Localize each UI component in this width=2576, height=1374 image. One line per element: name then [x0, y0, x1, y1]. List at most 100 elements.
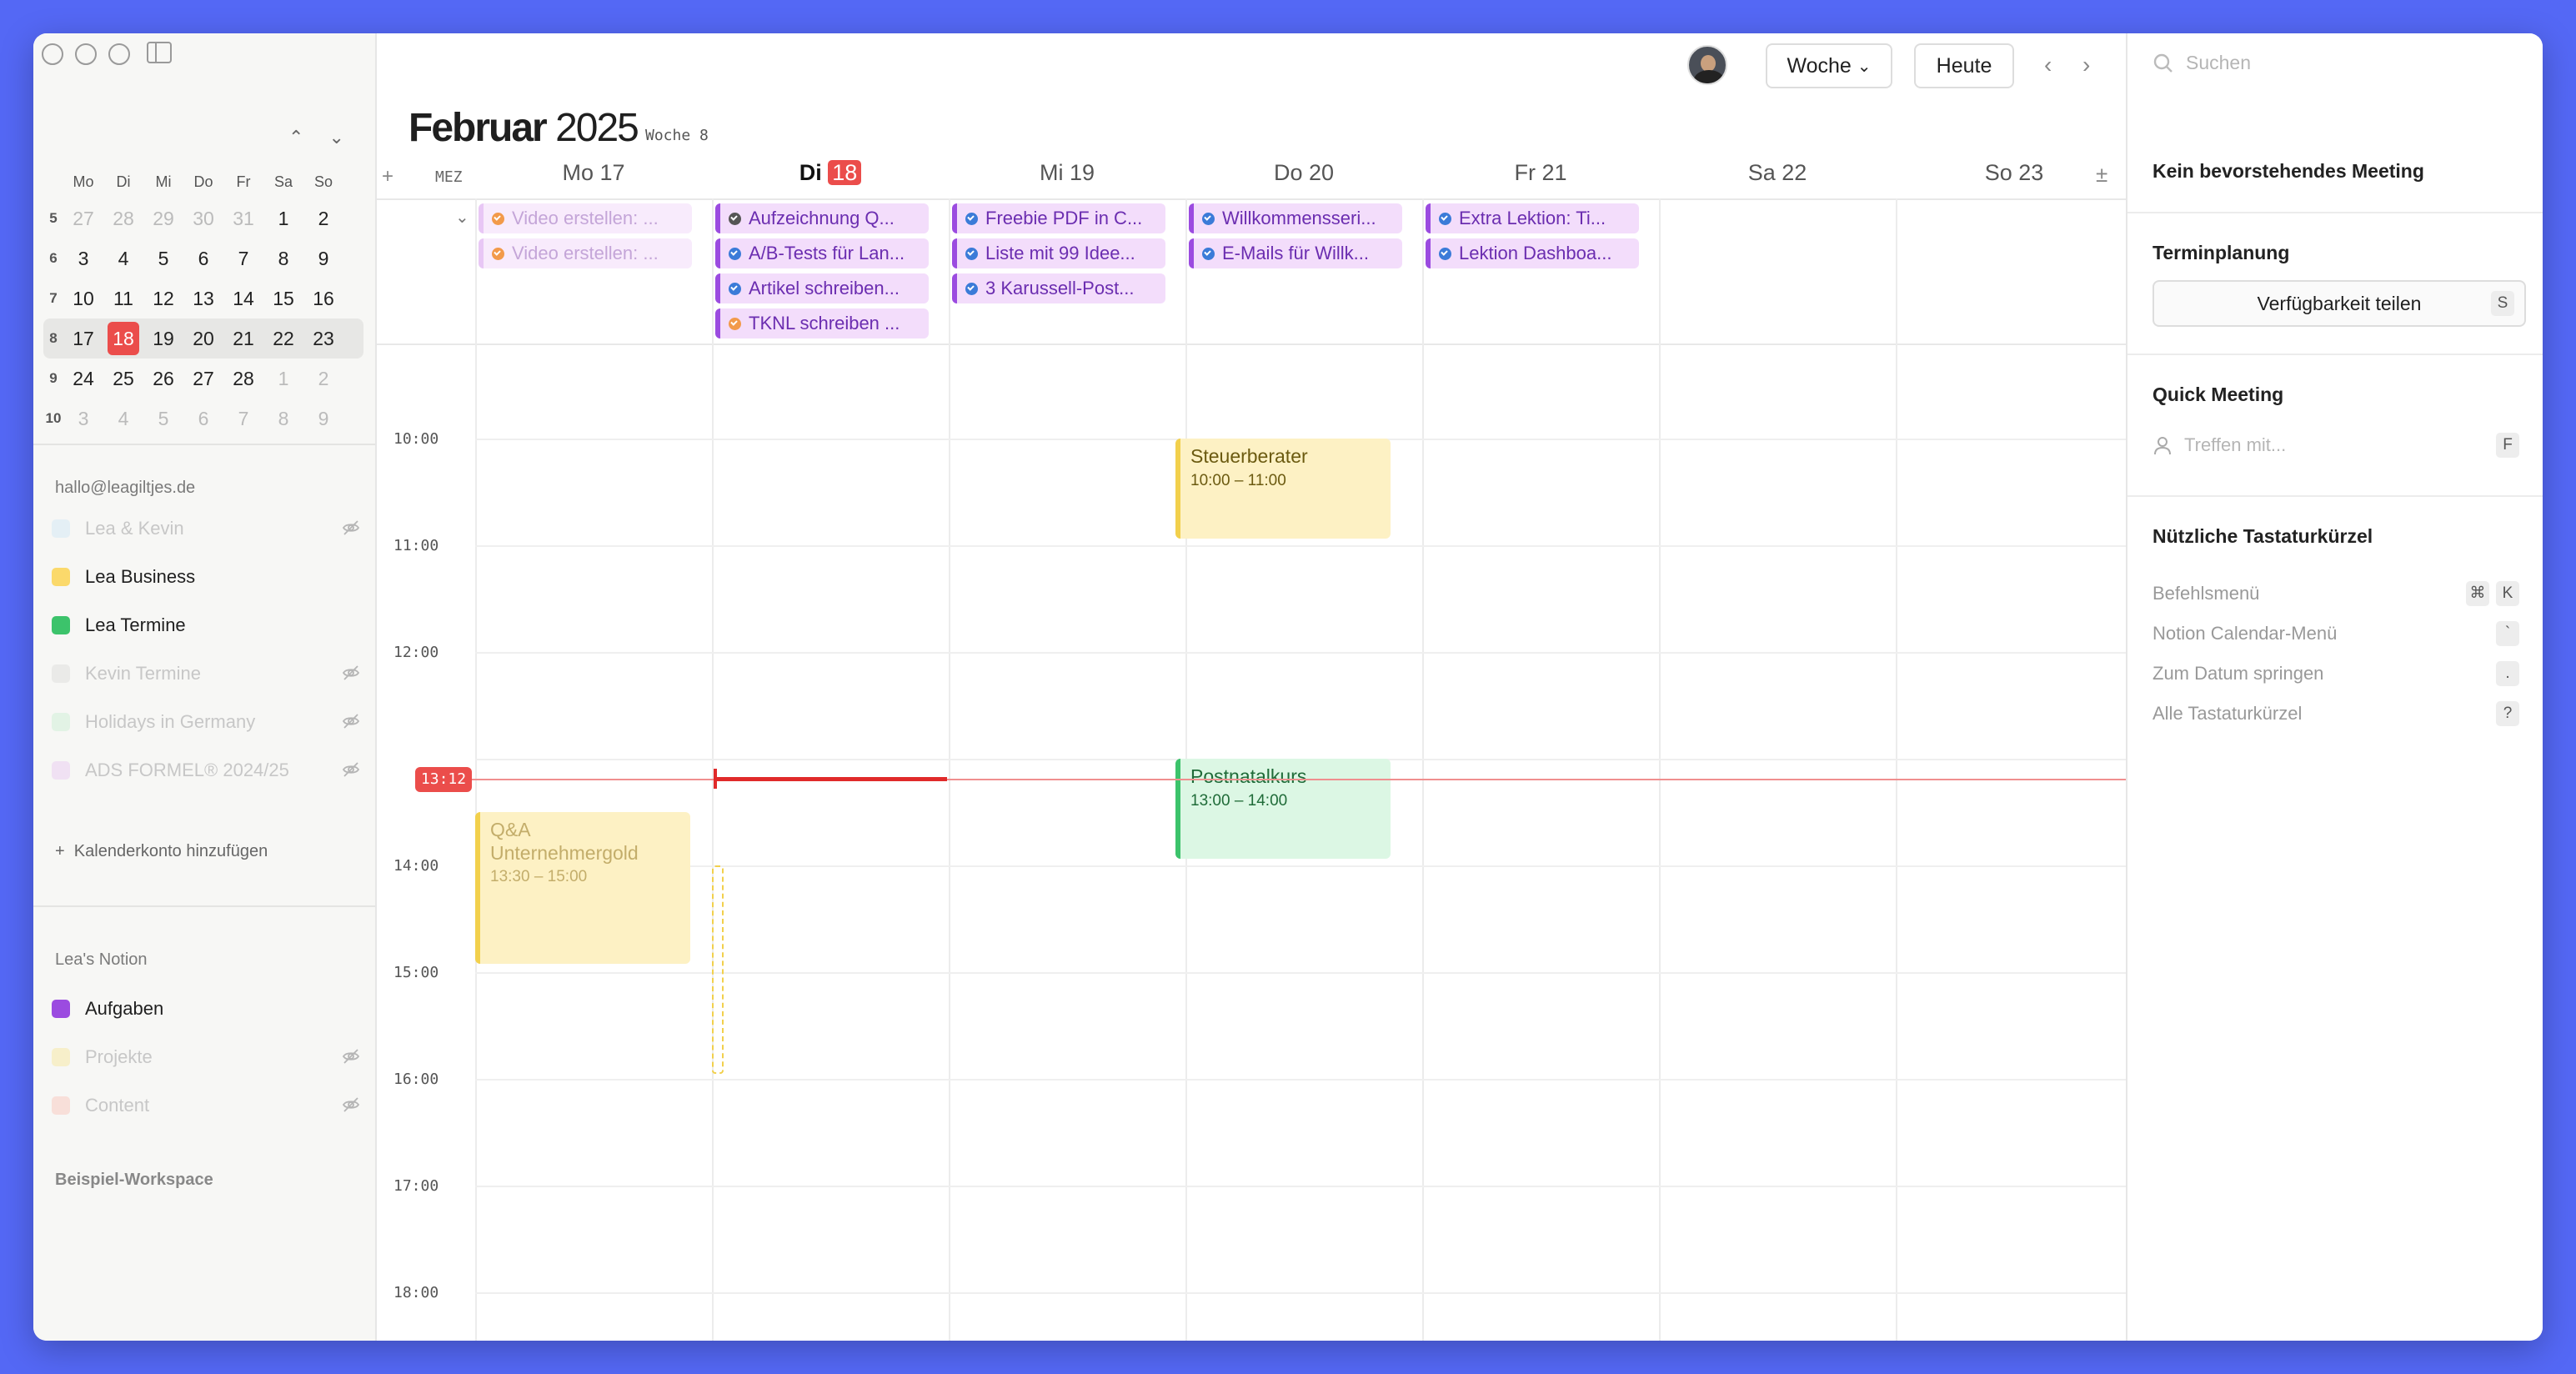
chevron-down-icon[interactable]: ⌄: [328, 127, 343, 148]
quick-meeting-input[interactable]: Treffen mit... F: [2153, 429, 2519, 462]
mini-calendar-day[interactable]: 26: [143, 362, 183, 395]
eye-slash-icon[interactable]: [342, 760, 360, 779]
task-check-icon[interactable]: [965, 282, 978, 295]
task-check-icon[interactable]: [492, 247, 504, 260]
calendar-color-swatch[interactable]: [52, 519, 70, 538]
calendar-color-swatch[interactable]: [52, 1000, 70, 1018]
avatar[interactable]: [1687, 45, 1727, 85]
event-placeholder[interactable]: [712, 865, 724, 1074]
minimize-window-button[interactable]: [75, 43, 97, 65]
mini-calendar-day[interactable]: 27: [183, 362, 223, 395]
calendar-item[interactable]: Lea & Kevin: [52, 512, 360, 545]
allday-task[interactable]: Lektion Dashboa...: [1426, 238, 1639, 268]
mini-calendar-day[interactable]: 15: [263, 282, 303, 315]
mini-calendar-day[interactable]: 4: [103, 242, 143, 275]
add-calendar-account-button[interactable]: + Kalenderkonto hinzufügen: [55, 842, 268, 861]
allday-task[interactable]: Liste mit 99 Idee...: [952, 238, 1165, 268]
calendar-color-swatch[interactable]: [52, 713, 70, 731]
allday-task[interactable]: Freebie PDF in C...: [952, 203, 1165, 233]
mini-calendar-day[interactable]: 7: [223, 242, 263, 275]
calendar-item[interactable]: Lea Termine: [52, 609, 360, 642]
day-header-di[interactable]: Di 18: [712, 160, 949, 193]
search-field[interactable]: Suchen: [2153, 52, 2251, 74]
day-header-mi[interactable]: Mi 19: [949, 160, 1185, 193]
mini-calendar-day[interactable]: 29: [143, 202, 183, 235]
mini-calendar-day[interactable]: 1: [263, 202, 303, 235]
event-steuerberater[interactable]: Steuerberater 10:00 – 11:00: [1175, 439, 1391, 539]
calendar-item[interactable]: Lea Business: [52, 560, 360, 594]
allday-task[interactable]: 3 Karussell-Post...: [952, 273, 1165, 303]
calendar-color-swatch[interactable]: [52, 568, 70, 586]
mini-calendar-day[interactable]: 19: [143, 322, 183, 355]
day-header-sa[interactable]: Sa 22: [1659, 160, 1896, 193]
mini-calendar-day[interactable]: 20: [183, 322, 223, 355]
calendar-color-swatch[interactable]: [52, 1048, 70, 1066]
mini-calendar-day[interactable]: 21: [223, 322, 263, 355]
mini-calendar-day[interactable]: 4: [103, 402, 143, 435]
allday-task[interactable]: Aufzeichnung Q...: [715, 203, 929, 233]
allday-task[interactable]: Video erstellen: ...: [479, 238, 692, 268]
eye-slash-icon[interactable]: [342, 1047, 360, 1066]
day-header-fr[interactable]: Fr 21: [1422, 160, 1659, 193]
mini-calendar-day[interactable]: 8: [263, 242, 303, 275]
event-qa-unternehmergold[interactable]: Q&A Unternehmergold 13:30 – 15:00: [475, 812, 690, 964]
previous-week-icon[interactable]: ‹: [2044, 52, 2052, 78]
mini-calendar-day[interactable]: 18: [108, 322, 139, 355]
allday-task[interactable]: E-Mails für Willk...: [1189, 238, 1402, 268]
mini-calendar-day[interactable]: 2: [303, 362, 343, 395]
allday-task[interactable]: A/B-Tests für Lan...: [715, 238, 929, 268]
mini-calendar-day[interactable]: 5: [143, 402, 183, 435]
event-postnatalkurs[interactable]: Postnatalkurs 13:00 – 14:00: [1175, 759, 1391, 859]
mini-calendar-day[interactable]: 8: [263, 402, 303, 435]
mini-calendar-day[interactable]: 10: [63, 282, 103, 315]
close-window-button[interactable]: [42, 43, 63, 65]
zoom-window-button[interactable]: [108, 43, 130, 65]
today-button[interactable]: Heute: [1914, 43, 2014, 88]
calendar-color-swatch[interactable]: [52, 761, 70, 780]
mini-calendar-day[interactable]: 23: [303, 322, 343, 355]
calendar-item[interactable]: Content: [52, 1089, 360, 1122]
chevron-up-icon[interactable]: ⌃: [288, 127, 303, 148]
mini-calendar-day[interactable]: 31: [223, 202, 263, 235]
mini-calendar-day[interactable]: 24: [63, 362, 103, 395]
eye-slash-icon[interactable]: [342, 664, 360, 682]
task-check-icon[interactable]: [1202, 247, 1215, 260]
allday-task[interactable]: Artikel schreiben...: [715, 273, 929, 303]
calendar-color-swatch[interactable]: [52, 1096, 70, 1115]
eye-slash-icon[interactable]: [342, 1096, 360, 1114]
task-check-icon[interactable]: [729, 212, 741, 225]
calendar-item[interactable]: Holidays in Germany: [52, 705, 360, 739]
mini-calendar-day[interactable]: 12: [143, 282, 183, 315]
mini-calendar-day[interactable]: 5: [143, 242, 183, 275]
task-check-icon[interactable]: [1439, 247, 1451, 260]
mini-calendar-day[interactable]: 28: [103, 202, 143, 235]
task-check-icon[interactable]: [729, 317, 741, 330]
allday-task[interactable]: TKNL schreiben ...: [715, 308, 929, 338]
allday-task[interactable]: Video erstellen: ...: [479, 203, 692, 233]
task-check-icon[interactable]: [1439, 212, 1451, 225]
mini-calendar-day[interactable]: 16: [303, 282, 343, 315]
task-check-icon[interactable]: [965, 247, 978, 260]
collapse-allday-icon[interactable]: ⌄: [455, 207, 469, 228]
mini-calendar-day[interactable]: 6: [183, 242, 223, 275]
mini-calendar-day[interactable]: 6: [183, 402, 223, 435]
task-check-icon[interactable]: [965, 212, 978, 225]
calendar-color-swatch[interactable]: [52, 616, 70, 634]
mini-calendar-day[interactable]: 25: [103, 362, 143, 395]
mini-calendar-day[interactable]: 14: [223, 282, 263, 315]
task-check-icon[interactable]: [1202, 212, 1215, 225]
mini-calendar-day[interactable]: 28: [223, 362, 263, 395]
day-header-mo[interactable]: Mo 17: [475, 160, 712, 193]
mini-calendar-day[interactable]: 17: [63, 322, 103, 355]
eye-slash-icon[interactable]: [342, 712, 360, 730]
allday-task[interactable]: Extra Lektion: Ti...: [1426, 203, 1639, 233]
mini-calendar-day[interactable]: 1: [263, 362, 303, 395]
calendar-color-swatch[interactable]: [52, 664, 70, 683]
mini-calendar-day[interactable]: 30: [183, 202, 223, 235]
toggle-sidebar-icon[interactable]: [147, 42, 172, 63]
calendar-item[interactable]: Projekte: [52, 1041, 360, 1074]
mini-calendar-day[interactable]: 9: [303, 402, 343, 435]
mini-calendar-day[interactable]: 22: [263, 322, 303, 355]
day-header-do[interactable]: Do 20: [1185, 160, 1422, 193]
mini-calendar-day[interactable]: 7: [223, 402, 263, 435]
